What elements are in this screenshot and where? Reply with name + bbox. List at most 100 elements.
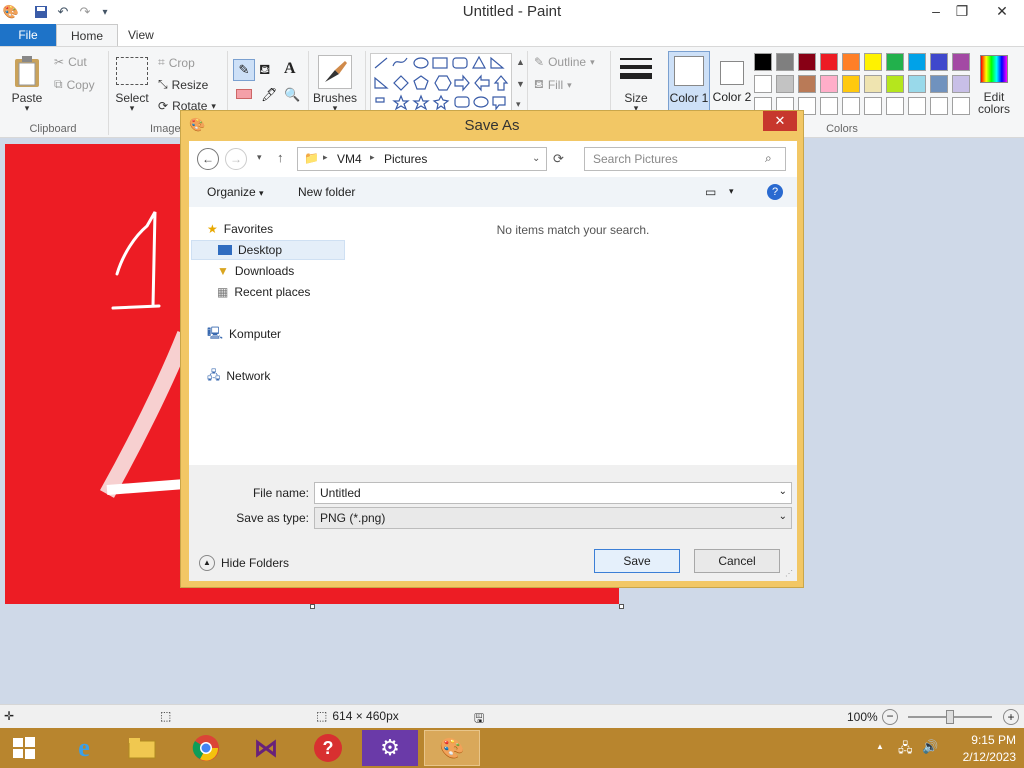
color-swatch[interactable]: [952, 53, 970, 71]
shapes-gallery[interactable]: [370, 53, 512, 113]
color-swatch[interactable]: [952, 97, 970, 115]
nav-desktop[interactable]: Desktop: [191, 240, 345, 260]
color-swatch[interactable]: [864, 75, 882, 93]
dialog-close-button[interactable]: ✕: [763, 111, 797, 131]
breadcrumb-vm4[interactable]: VM4: [337, 152, 362, 166]
color-swatch[interactable]: [842, 53, 860, 71]
color-swatch[interactable]: [798, 75, 816, 93]
cancel-button[interactable]: Cancel: [694, 549, 780, 573]
magnifier-icon[interactable]: 🔍: [284, 87, 300, 103]
breadcrumb-pictures[interactable]: Pictures: [384, 152, 427, 166]
view-dropdown-icon[interactable]: ▾: [729, 186, 734, 197]
fill-bucket-icon[interactable]: ⛾: [259, 61, 270, 80]
nav-network[interactable]: 🖧 Network: [207, 366, 270, 386]
resize-button[interactable]: ⤡ Resize: [158, 77, 208, 92]
color-swatch[interactable]: [820, 97, 838, 115]
crop-button[interactable]: ⌗ Crop: [158, 55, 195, 70]
nav-favorites[interactable]: ★ Favorites: [207, 219, 273, 239]
show-hidden-icons-icon[interactable]: ▲: [876, 742, 884, 751]
color-swatch[interactable]: [886, 97, 904, 115]
color-swatch[interactable]: [886, 53, 904, 71]
view-options-icon[interactable]: ▭: [705, 185, 716, 199]
refresh-icon[interactable]: ⟳: [553, 151, 564, 167]
zoom-out-button[interactable]: −: [882, 709, 898, 725]
rainbow-icon[interactable]: [980, 55, 1008, 83]
color-swatch[interactable]: [776, 53, 794, 71]
size-icon[interactable]: [620, 57, 652, 83]
text-tool-icon[interactable]: A: [284, 60, 296, 78]
visual-studio-icon[interactable]: ⋈: [238, 730, 294, 766]
color-swatch[interactable]: [864, 97, 882, 115]
zoom-in-button[interactable]: +: [1003, 709, 1019, 725]
new-folder-button[interactable]: New folder: [298, 185, 355, 199]
file-name-input[interactable]: Untitled ⌄: [314, 482, 792, 504]
clock-date[interactable]: 2/12/2023: [946, 750, 1016, 764]
color-swatch[interactable]: [842, 75, 860, 93]
shapes-scroll-up-icon[interactable]: ▲: [516, 57, 525, 67]
color-swatch[interactable]: [908, 75, 926, 93]
tab-home[interactable]: Home: [56, 24, 119, 46]
file-name-dropdown-icon[interactable]: ⌄: [779, 486, 787, 497]
canvas-resize-handle-bottom[interactable]: [310, 604, 315, 609]
outline-button[interactable]: ✎ Outline ▾: [534, 55, 595, 69]
select-dropdown-icon[interactable]: ▾: [112, 103, 152, 114]
back-arrow-icon[interactable]: ←: [197, 148, 219, 170]
save-as-type-select[interactable]: PNG (*.png) ⌄: [314, 507, 792, 529]
color-swatch[interactable]: [908, 53, 926, 71]
volume-icon[interactable]: 🔊: [922, 739, 938, 755]
pencil-icon[interactable]: ✎: [233, 59, 255, 81]
brush-icon[interactable]: [318, 55, 352, 89]
color-swatch[interactable]: [930, 97, 948, 115]
chrome-icon[interactable]: [178, 730, 234, 766]
close-button[interactable]: ✕: [984, 0, 1020, 22]
color-picker-icon[interactable]: 🖊: [261, 87, 278, 103]
color2-button[interactable]: Color 2: [712, 51, 752, 113]
color-swatch[interactable]: [930, 53, 948, 71]
shapes-expand-icon[interactable]: ▾: [516, 99, 521, 110]
file-list[interactable]: No items match your search.: [349, 207, 797, 463]
up-arrow-icon[interactable]: ↑: [277, 150, 284, 165]
resize-grip-icon[interactable]: ⋰: [785, 569, 793, 578]
paste-icon[interactable]: [12, 55, 42, 89]
fill-button[interactable]: ⛾ Fill ▾: [534, 77, 572, 93]
color-swatch[interactable]: [798, 53, 816, 71]
zoom-slider-thumb[interactable]: [946, 710, 954, 724]
color-swatch[interactable]: [820, 53, 838, 71]
color-swatch[interactable]: [754, 53, 772, 71]
tab-view[interactable]: View: [114, 24, 168, 46]
address-bar[interactable]: 📁 ▸ VM4 ▸ Pictures ⌄: [297, 147, 547, 171]
clock-time[interactable]: 9:15 PM: [946, 733, 1016, 747]
eraser-icon[interactable]: [236, 89, 252, 99]
color-swatch[interactable]: [864, 53, 882, 71]
forward-arrow-icon[interactable]: →: [225, 148, 247, 170]
start-button[interactable]: [0, 730, 48, 766]
search-box[interactable]: Search Pictures ⌕: [584, 147, 786, 171]
address-dropdown-icon[interactable]: ⌄: [532, 153, 540, 164]
save-button[interactable]: Save: [594, 549, 680, 573]
help-icon[interactable]: ?: [767, 184, 783, 200]
search-icon[interactable]: ⌕: [765, 151, 772, 166]
hide-folders-button[interactable]: ▲ Hide Folders: [199, 555, 289, 571]
tab-file[interactable]: File: [0, 24, 56, 46]
nav-recent-places[interactable]: ▦ Recent places: [217, 282, 310, 302]
canvas-resize-handle-corner[interactable]: [619, 604, 624, 609]
nav-downloads[interactable]: ▼ Downloads: [217, 261, 294, 281]
file-explorer-icon[interactable]: [114, 730, 170, 766]
internet-explorer-icon[interactable]: e: [56, 730, 112, 766]
edit-colors-button[interactable]: Edit colors: [974, 91, 1014, 115]
color-swatch[interactable]: [754, 75, 772, 93]
paste-dropdown-icon[interactable]: ▾: [8, 103, 46, 114]
settings-gear-icon[interactable]: ⚙: [362, 730, 418, 766]
color-swatch[interactable]: [886, 75, 904, 93]
select-icon[interactable]: [116, 57, 148, 85]
restore-button[interactable]: ❐: [946, 0, 978, 22]
color-swatch[interactable]: [842, 97, 860, 115]
network-status-icon[interactable]: 🖧: [898, 739, 913, 761]
cut-button[interactable]: ✂ Cut: [54, 55, 87, 69]
shapes-scroll-down-icon[interactable]: ▼: [516, 79, 525, 89]
organize-button[interactable]: Organize ▾: [207, 185, 264, 199]
color1-button[interactable]: Color 1: [668, 51, 710, 113]
color-swatch[interactable]: [952, 75, 970, 93]
copy-button[interactable]: ⧉ Copy: [54, 77, 95, 92]
color-swatch[interactable]: [930, 75, 948, 93]
